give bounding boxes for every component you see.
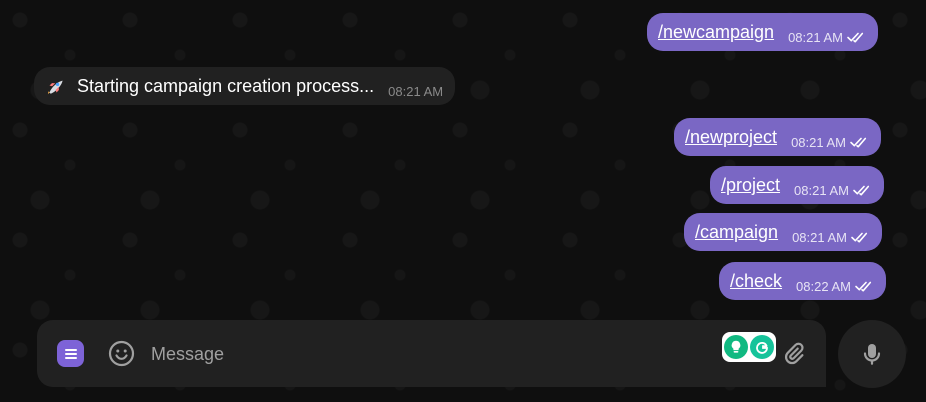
paperclip-icon — [785, 342, 804, 365]
menu-icon — [64, 348, 77, 359]
message-meta: 08:21 AM — [794, 183, 872, 198]
microphone-icon — [863, 344, 881, 365]
rocket-emoji-icon — [45, 75, 67, 97]
message-text[interactable]: /newcampaign — [658, 22, 774, 42]
message-bubble-outgoing[interactable]: /project 08:21 AM — [710, 166, 884, 204]
message-time: 08:21 AM — [794, 182, 849, 198]
message-time: 08:21 AM — [791, 134, 846, 150]
message-input[interactable] — [151, 342, 711, 366]
double-check-icon — [847, 31, 866, 43]
double-check-icon — [851, 231, 870, 243]
attach-button[interactable] — [781, 340, 807, 366]
message-time: 08:21 AM — [792, 229, 847, 245]
smile-icon — [108, 340, 135, 367]
grammarly-icon[interactable] — [750, 335, 774, 359]
message-meta: 08:21 AM — [788, 30, 866, 45]
voice-message-button[interactable] — [838, 320, 906, 388]
message-text[interactable]: /newproject — [685, 127, 777, 147]
message-bubble-outgoing[interactable]: /newcampaign 08:21 AM — [647, 13, 879, 51]
lightbulb-icon[interactable] — [724, 335, 748, 359]
message-bubble-incoming[interactable]: Starting campaign creation process... 08… — [34, 67, 456, 105]
message-text[interactable]: /project — [721, 175, 780, 195]
message-text[interactable]: /campaign — [695, 222, 778, 242]
message-meta: 08:21 AM — [791, 135, 869, 150]
extension-badge[interactable] — [722, 332, 776, 362]
message-text[interactable]: /check — [730, 271, 782, 291]
message-meta: 08:22 AM — [796, 279, 874, 294]
message-bubble-outgoing[interactable]: /newproject 08:21 AM — [674, 118, 881, 156]
double-check-icon — [850, 136, 869, 148]
double-check-icon — [855, 280, 874, 292]
double-check-icon — [853, 184, 872, 196]
message-composer[interactable] — [37, 320, 826, 387]
emoji-button[interactable] — [108, 340, 135, 367]
message-time: 08:21 AM — [388, 83, 444, 99]
message-bubble-outgoing[interactable]: /campaign 08:21 AM — [684, 213, 882, 251]
message-bubble-outgoing[interactable]: /check 08:22 AM — [719, 262, 886, 300]
message-meta: 08:21 AM — [388, 84, 443, 99]
message-meta: 08:21 AM — [792, 230, 870, 245]
message-time: 08:22 AM — [796, 278, 851, 294]
message-time: 08:21 AM — [788, 29, 844, 45]
message-text[interactable]: Starting campaign creation process... — [77, 76, 374, 96]
menu-button[interactable] — [57, 340, 84, 367]
